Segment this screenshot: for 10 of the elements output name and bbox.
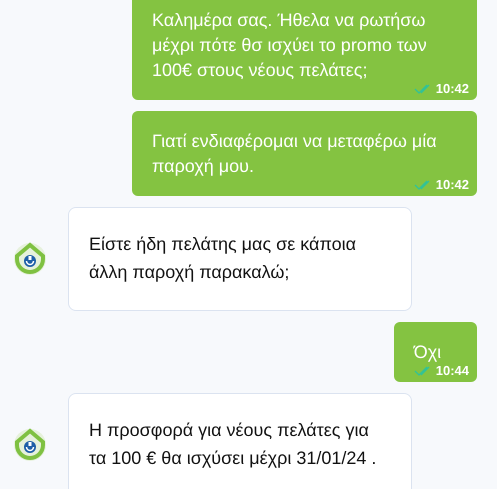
message-time: 10:42 bbox=[436, 177, 469, 192]
message-text: Όχι bbox=[414, 341, 442, 364]
message-text: Καλημέρα σας. Ήθελα να ρωτήσω μέχρι πότε θσ ισχύει το promo των 100€ στους νέους πελάτες; bbox=[152, 9, 428, 82]
message-text: Γιατί ενδιαφέρομαι να μεταφέρω μία παροχή μου. bbox=[152, 130, 438, 178]
message-time: 10:42 bbox=[436, 81, 469, 96]
message-time: 10:44 bbox=[436, 363, 469, 378]
message-text: Είστε ήδη πελάτης μας σε κάποια άλλη παροχή παρακαλώ; bbox=[89, 233, 358, 284]
message-text: Η προσφορά για νέους πελάτες για τα 100 € θα ισχύσει μέχρι 31/01/24 . bbox=[89, 419, 378, 470]
house-plug-avatar-icon bbox=[13, 428, 47, 462]
house-plug-avatar-icon bbox=[13, 242, 47, 276]
